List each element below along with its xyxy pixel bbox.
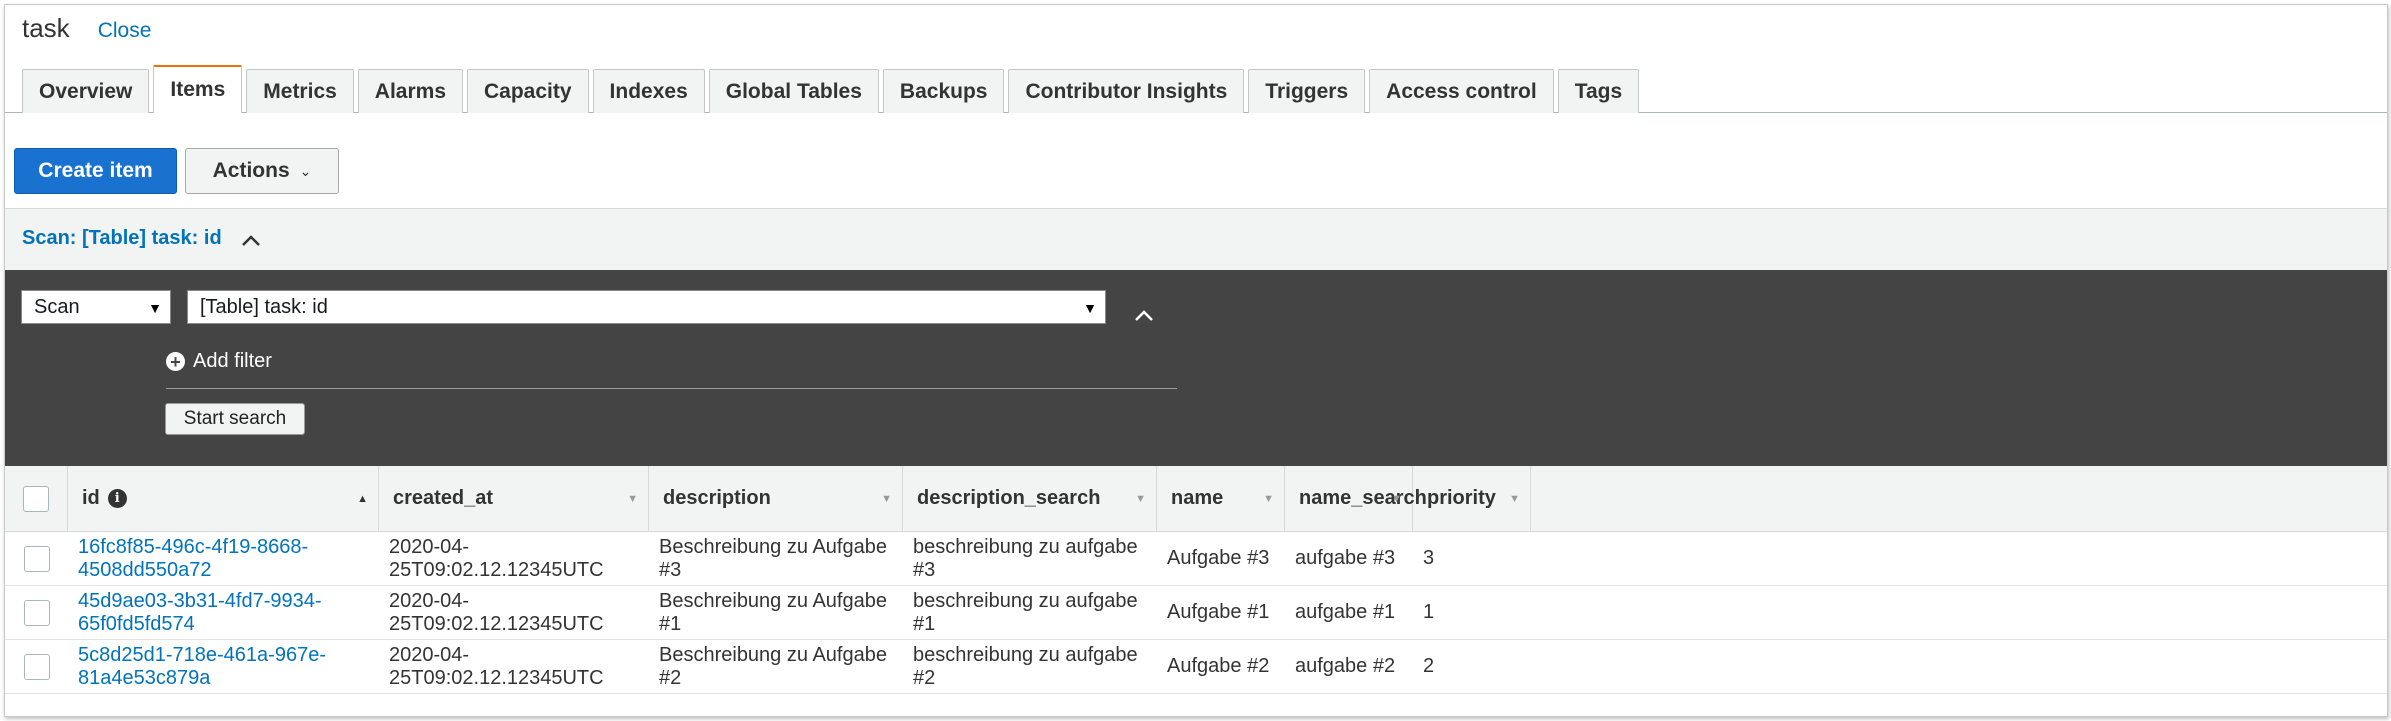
cell-description-search: beschreibung zu aufgabe #2 (913, 643, 1138, 689)
cell-id[interactable]: 5c8d25d1-718e-461a-967e-81a4e53c879a (78, 640, 379, 693)
info-icon[interactable]: i (107, 489, 127, 508)
query-panel: Scan ▼ [Table] task: id ▼ + Add filter S… (5, 270, 2387, 466)
cell-description-search: beschreibung zu aufgabe #1 (913, 589, 1138, 635)
sort-icon[interactable]: ▼ (881, 493, 892, 505)
column-header-label: id (82, 487, 100, 509)
tab-backups[interactable]: Backups (882, 69, 1005, 113)
sort-icon[interactable]: ▼ (1135, 493, 1146, 505)
row-checkbox[interactable] (23, 545, 50, 572)
filter-divider (166, 388, 1177, 389)
column-header-description-search[interactable]: description_search ▼ (903, 466, 1157, 531)
select-all-cell (5, 466, 68, 531)
cell-priority: 3 (1423, 547, 1435, 569)
table-row[interactable]: 45d9ae03-3b31-4fd7-9934-65f0fd5fd574 2020… (5, 586, 2387, 640)
operation-select-value: Scan (34, 295, 80, 318)
cell-name: Aufgabe #2 (1167, 655, 1270, 677)
column-header-created-at[interactable]: created_at ▼ (379, 466, 649, 531)
chevron-up-icon[interactable] (1128, 300, 1160, 332)
add-filter-label: Add filter (193, 350, 272, 372)
column-header-name-search[interactable]: name_search ▼ (1285, 466, 1427, 531)
start-search-button[interactable]: Start search (165, 403, 305, 435)
chevron-up-icon[interactable] (237, 227, 265, 255)
tab-items[interactable]: Items (153, 65, 243, 113)
cell-description: Beschreibung zu Aufgabe #1 (659, 589, 887, 635)
plus-circle-icon: + (166, 352, 185, 371)
cell-description: Beschreibung zu Aufgabe #3 (659, 535, 887, 581)
column-header-label: name (1171, 487, 1224, 509)
sort-icon[interactable]: ▼ (1391, 493, 1402, 505)
table-index-select-value: [Table] task: id (200, 295, 328, 318)
cell-description: Beschreibung zu Aufgabe #2 (659, 643, 887, 689)
row-select-cell (5, 640, 68, 693)
select-all-checkbox[interactable] (23, 485, 49, 512)
tab-alarms[interactable]: Alarms (357, 69, 463, 113)
table-header-row: id i ▲ created_at ▼ description ▼ description_s… (5, 466, 2387, 532)
sort-icon[interactable]: ▼ (1509, 493, 1520, 505)
cell-created-at: 2020-04-25T09:02.12.12345UTC (389, 535, 604, 581)
caret-down-icon: ▼ (148, 300, 162, 316)
tab-capacity[interactable]: Capacity (467, 69, 589, 113)
cell-priority: 2 (1423, 655, 1435, 677)
cell-id[interactable]: 16fc8f85-496c-4f19-8668-4508dd550a72 (78, 532, 379, 585)
row-checkbox[interactable] (23, 653, 50, 680)
row-checkbox[interactable] (23, 599, 50, 626)
column-header-name[interactable]: name ▼ (1157, 466, 1285, 531)
cell-name-search: aufgabe #2 (1295, 655, 1396, 677)
tab-access-control[interactable]: Access control (1369, 69, 1554, 113)
sort-ascending-icon[interactable]: ▲ (357, 493, 368, 505)
tab-bar: Overview Items Metrics Alarms Capacity Indexe… (22, 65, 1643, 113)
row-select-cell (5, 532, 68, 585)
column-header-priority[interactable]: priority ▼ (1413, 466, 1531, 531)
dynamodb-table-panel: task Close Overview Items Metrics Alarms Cap… (4, 4, 2388, 717)
cell-name-search: aufgabe #3 (1295, 547, 1396, 569)
tab-metrics[interactable]: Metrics (246, 69, 354, 113)
table-row[interactable]: 16fc8f85-496c-4f19-8668-4508dd550a72 2020… (5, 532, 2387, 586)
actions-button[interactable]: Actions ⌄ (185, 148, 339, 194)
cell-name: Aufgabe #3 (1167, 547, 1270, 569)
sort-icon[interactable]: ▼ (1263, 493, 1274, 505)
cell-description-search: beschreibung zu aufgabe #3 (913, 535, 1138, 581)
column-header-label: name_search (1299, 487, 1427, 509)
tab-triggers[interactable]: Triggers (1248, 69, 1366, 113)
start-search-label: Start search (183, 408, 287, 429)
sort-icon[interactable]: ▼ (627, 493, 638, 505)
table-title-bar: task Close (22, 13, 151, 47)
column-header-label: created_at (393, 487, 494, 509)
cell-created-at: 2020-04-25T09:02.12.12345UTC (389, 589, 604, 635)
cell-priority: 1 (1423, 601, 1435, 623)
operation-select[interactable]: Scan ▼ (21, 290, 171, 324)
table-row[interactable]: 5c8d25d1-718e-461a-967e-81a4e53c879a 2020… (5, 640, 2387, 694)
tab-overview[interactable]: Overview (22, 69, 150, 113)
add-filter-button[interactable]: + Add filter (166, 350, 272, 373)
caret-down-icon: ▼ (1083, 300, 1097, 316)
column-header-description[interactable]: description ▼ (649, 466, 903, 531)
column-header-id[interactable]: id i ▲ (68, 466, 379, 531)
row-select-cell (5, 586, 68, 639)
items-table: id i ▲ created_at ▼ description ▼ description_s… (5, 466, 2387, 694)
tab-global-tables[interactable]: Global Tables (708, 69, 879, 113)
column-header-label: description (663, 487, 771, 509)
create-item-button[interactable]: Create item (14, 148, 177, 194)
actions-label: Actions (212, 159, 290, 182)
cell-created-at: 2020-04-25T09:02.12.12345UTC (389, 643, 604, 689)
column-header-label: priority (1427, 487, 1496, 509)
scan-summary-bar: Scan: [Table] task: id (5, 208, 2387, 272)
tab-tags[interactable]: Tags (1557, 69, 1640, 113)
create-item-label: Create item (38, 159, 153, 182)
tab-contributor-insights[interactable]: Contributor Insights (1008, 69, 1245, 113)
cell-name-search: aufgabe #1 (1295, 601, 1396, 623)
table-title: task (22, 13, 70, 43)
scan-summary-link[interactable]: Scan: [Table] task: id (22, 227, 222, 250)
column-header-label: description_search (917, 487, 1101, 509)
tab-indexes[interactable]: Indexes (592, 69, 705, 113)
close-link[interactable]: Close (98, 19, 152, 43)
chevron-down-icon: ⌄ (299, 162, 312, 179)
cell-name: Aufgabe #1 (1167, 601, 1270, 623)
cell-id[interactable]: 45d9ae03-3b31-4fd7-9934-65f0fd5fd574 (78, 586, 379, 639)
table-index-select[interactable]: [Table] task: id ▼ (187, 290, 1106, 324)
